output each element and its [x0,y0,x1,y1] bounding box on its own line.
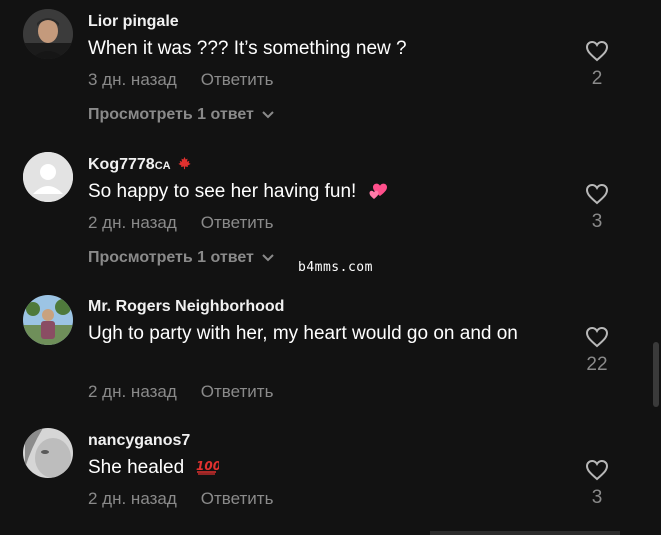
avatar[interactable] [23,428,73,478]
like-button[interactable]: 3 [576,459,618,509]
username[interactable]: Kog7778CA [88,156,192,174]
watermark: b4mms.com [298,260,373,275]
comment-text: So happy to see her having fun! [88,179,548,205]
like-button[interactable]: 22 [576,326,618,376]
reply-button[interactable]: Ответить [201,382,274,401]
like-count: 3 [591,487,603,508]
svg-text:100: 100 [196,459,219,473]
timestamp: 2 дн. назад [88,489,177,508]
reply-button[interactable]: Ответить [201,489,274,508]
scrollbar[interactable] [653,342,659,407]
country-badge: CA [154,160,171,172]
heart-outline-icon [585,40,609,62]
maple-leaf-icon [178,156,191,170]
like-count: 2 [591,68,603,89]
avatar[interactable] [23,152,73,202]
avatar[interactable] [23,295,73,345]
heart-outline-icon [585,459,609,481]
view-replies-button[interactable]: Просмотреть 1 ответ [88,106,274,124]
comment-text: When it was ??? It’s something new ? [88,38,407,59]
reply-button[interactable]: Ответить [201,213,274,232]
view-replies-label: Просмотреть 1 ответ [88,106,254,124]
bottom-divider [430,531,620,535]
heart-outline-icon [585,183,609,205]
view-replies-button[interactable]: Просмотреть 1 ответ [88,249,274,267]
chevron-down-icon [262,106,274,124]
comment-text: Ugh to party with her, my heart would go… [88,323,518,344]
like-count: 3 [591,211,603,232]
comment-text-body: So happy to see her having fun! [88,181,357,202]
avatar[interactable] [23,9,73,59]
comment-text-body: She healed [88,457,185,478]
chevron-down-icon [262,249,274,267]
like-button[interactable]: 3 [576,183,618,233]
like-button[interactable]: 2 [576,40,618,90]
hundred-points-emoji-icon: 100 [196,459,222,475]
heart-outline-icon [585,326,609,348]
comment-text: She healed 100 [88,455,548,481]
view-replies-label: Просмотреть 1 ответ [88,249,254,267]
username-text: Kog7778 [88,156,155,173]
username[interactable]: Mr. Rogers Neighborhood [88,298,284,316]
timestamp: 2 дн. назад [88,382,177,401]
timestamp: 2 дн. назад [88,213,177,232]
reply-button[interactable]: Ответить [201,70,274,89]
two-hearts-emoji-icon [369,183,387,199]
timestamp: 3 дн. назад [88,70,177,89]
username[interactable]: Lior pingale [88,13,179,31]
like-count: 22 [586,354,608,375]
username[interactable]: nancyganos7 [88,432,190,450]
